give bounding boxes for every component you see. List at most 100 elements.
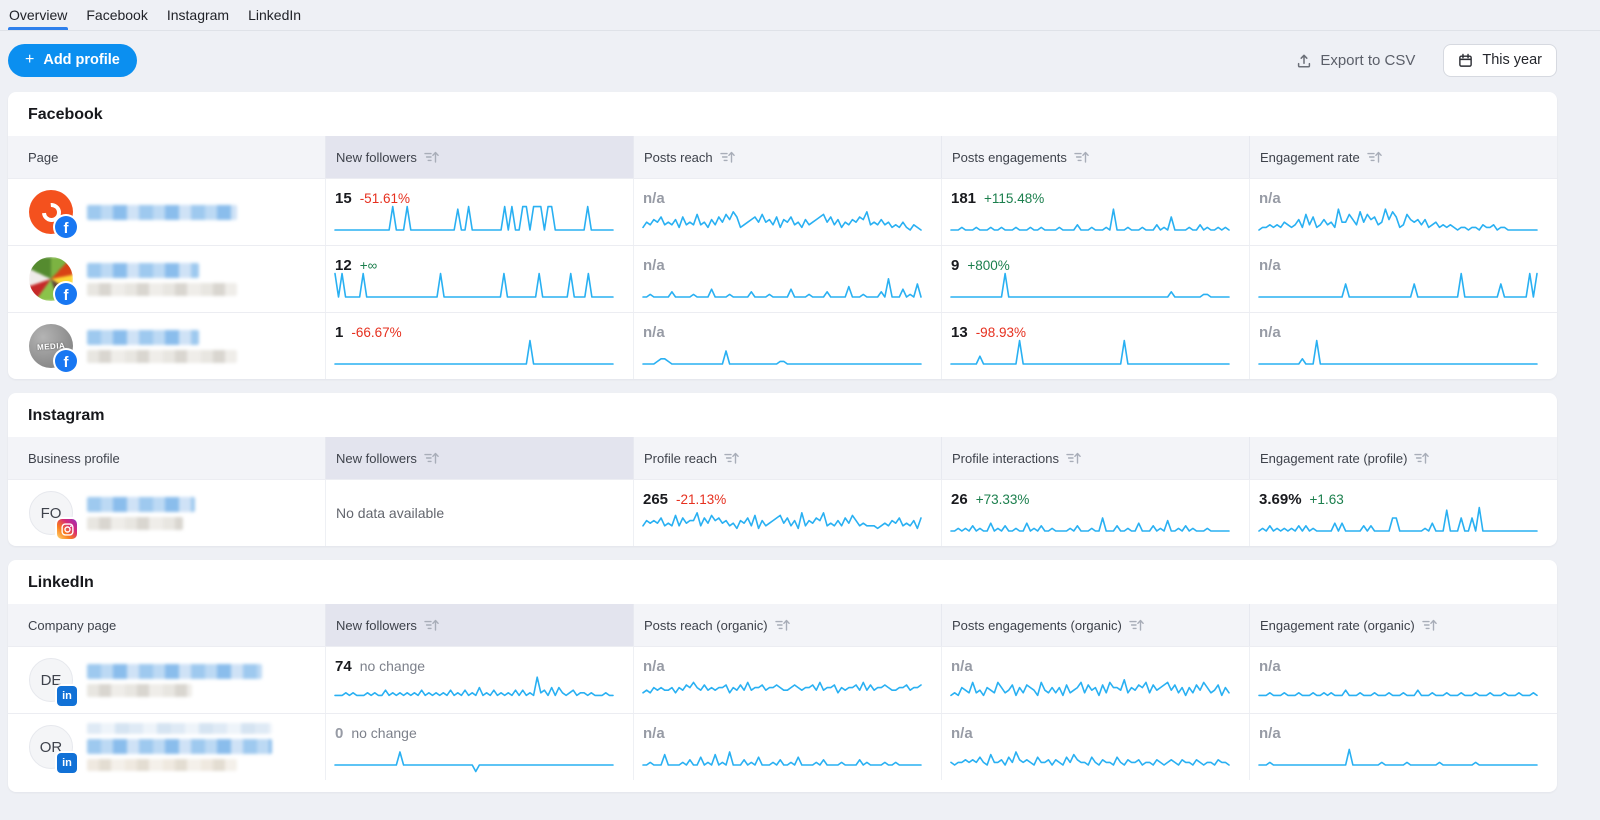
export-csv-button[interactable]: Export to CSV [1296, 52, 1415, 69]
sparkline-chart [1259, 671, 1537, 705]
instagram-badge-icon [57, 519, 77, 539]
entity-column-header: Business profile [8, 437, 325, 479]
sort-icon[interactable] [1074, 150, 1090, 164]
metric-cell: n/a [1249, 179, 1557, 245]
date-range-button[interactable]: This year [1443, 44, 1557, 77]
sort-icon[interactable] [424, 618, 440, 632]
column-header-engagement-rate[interactable]: Engagement rate [1249, 136, 1557, 178]
sort-icon[interactable] [1129, 618, 1145, 632]
section-card-linkedin: LinkedIn Company page New followersPosts… [8, 560, 1557, 792]
section-card-facebook: Facebook Page New followersPosts reachPo… [8, 92, 1557, 379]
tab-bar: Overview Facebook Instagram LinkedIn [0, 0, 1600, 31]
column-header-label: Engagement rate [1260, 150, 1360, 165]
blurred-text-line [87, 350, 237, 363]
sparkline-chart [643, 671, 921, 705]
metric-cell: n/a [941, 714, 1249, 780]
table-row: FONo data available265-21.13%26+73.33%3.… [8, 479, 1557, 546]
sparkline-chart [1259, 337, 1537, 371]
sort-icon[interactable] [424, 451, 440, 465]
column-header-new-followers[interactable]: New followers [325, 136, 633, 178]
tab-instagram[interactable]: Instagram [166, 0, 230, 30]
metric-cell: n/a [1249, 313, 1557, 379]
blurred-profile-name [87, 205, 237, 220]
section-title: LinkedIn [8, 560, 1557, 604]
table-header-row: Company page New followersPosts reach (o… [8, 604, 1557, 646]
sparkline-chart [951, 337, 1229, 371]
metric-cell: n/a [633, 647, 941, 713]
sort-icon[interactable] [775, 618, 791, 632]
metric-cell: 3.69%+1.63 [1249, 480, 1557, 546]
column-header-profile-interactions[interactable]: Profile interactions [941, 437, 1249, 479]
blurred-text-line [87, 330, 199, 345]
metric-cell: n/a [1249, 647, 1557, 713]
tab-overview[interactable]: Overview [8, 0, 68, 30]
sparkline-chart [1259, 504, 1537, 538]
blurred-profile-name [87, 664, 262, 697]
table-row: MEDIAf1-66.67%n/a13-98.93%n/a [8, 312, 1557, 379]
calendar-icon [1458, 53, 1473, 68]
sparkline-chart [643, 504, 921, 538]
blurred-text-line [87, 739, 272, 754]
column-header-new-followers[interactable]: New followers [325, 604, 633, 646]
column-header-label: Engagement rate (organic) [1260, 618, 1415, 633]
profile-avatar: MEDIAf [29, 324, 73, 368]
facebook-badge-icon: f [55, 350, 77, 372]
metric-cell: 1-66.67% [325, 313, 633, 379]
metric-cell: 0no change [325, 714, 633, 780]
column-header-engagement-rate-organic[interactable]: Engagement rate (organic) [1249, 604, 1557, 646]
linkedin-badge-icon: in [57, 686, 77, 706]
metric-cell: n/a [633, 179, 941, 245]
column-header-engagement-rate-profile[interactable]: Engagement rate (profile) [1249, 437, 1557, 479]
column-header-label: Profile reach [644, 451, 717, 466]
sort-icon[interactable] [1066, 451, 1082, 465]
metric-cell: 9+800% [941, 246, 1249, 312]
instagram-camera-icon [61, 523, 74, 536]
blurred-profile-name [87, 330, 237, 363]
column-header-label: Posts reach [644, 150, 713, 165]
metric-cell: n/a [633, 714, 941, 780]
column-header-new-followers[interactable]: New followers [325, 437, 633, 479]
sort-icon[interactable] [1422, 618, 1438, 632]
date-range-label: This year [1482, 52, 1542, 68]
column-header-profile-reach[interactable]: Profile reach [633, 437, 941, 479]
sparkline-chart [1259, 270, 1537, 304]
column-header-posts-reach-organic[interactable]: Posts reach (organic) [633, 604, 941, 646]
profile-cell[interactable]: ORin [8, 714, 325, 780]
tab-facebook[interactable]: Facebook [85, 0, 148, 30]
add-profile-button[interactable]: + Add profile [8, 44, 137, 77]
toolbar-right: Export to CSV This year [1296, 44, 1557, 77]
blurred-text-line [87, 684, 192, 697]
blurred-text-line [87, 205, 237, 220]
profile-avatar: f [29, 257, 73, 301]
profile-cell[interactable]: MEDIAf [8, 313, 325, 379]
sort-icon[interactable] [720, 150, 736, 164]
sort-icon[interactable] [1367, 150, 1383, 164]
metric-cell: n/a [633, 313, 941, 379]
metric-cell: 26+73.33% [941, 480, 1249, 546]
tab-linkedin[interactable]: LinkedIn [247, 0, 302, 30]
metric-cell: 15-51.61% [325, 179, 633, 245]
sparkline-chart [643, 337, 921, 371]
sparkline-chart [335, 203, 613, 237]
profile-cell[interactable]: DEin [8, 647, 325, 713]
facebook-badge-icon: f [55, 216, 77, 238]
profile-avatar: FO [29, 491, 73, 535]
table-row: ORin0no changen/an/an/a [8, 713, 1557, 780]
metric-cell: No data available [325, 480, 633, 546]
profile-cell[interactable]: f [8, 246, 325, 312]
entity-column-header: Page [8, 136, 325, 178]
metric-cell: n/a [941, 647, 1249, 713]
column-header-posts-engagements-organic[interactable]: Posts engagements (organic) [941, 604, 1249, 646]
sort-icon[interactable] [1414, 451, 1430, 465]
profile-cell[interactable]: f [8, 179, 325, 245]
sections: Facebook Page New followersPosts reachPo… [0, 92, 1600, 792]
linkedin-badge-icon: in [57, 753, 77, 773]
column-header-posts-reach[interactable]: Posts reach [633, 136, 941, 178]
sort-icon[interactable] [724, 451, 740, 465]
profile-cell[interactable]: FO [8, 480, 325, 546]
plus-icon: + [25, 55, 34, 65]
blurred-text-line [87, 517, 183, 530]
column-header-posts-engagements[interactable]: Posts engagements [941, 136, 1249, 178]
sort-icon[interactable] [424, 150, 440, 164]
no-data-text: No data available [336, 505, 444, 521]
